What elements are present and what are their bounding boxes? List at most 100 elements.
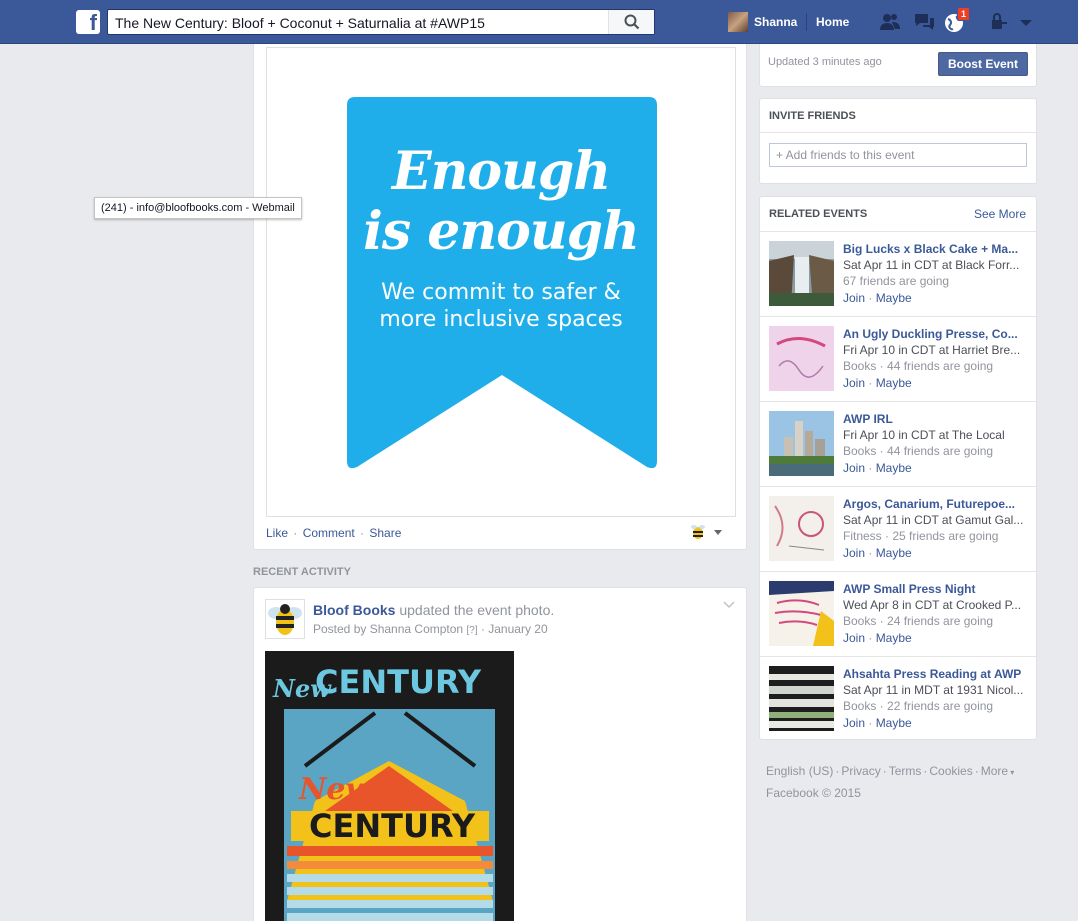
- activity-headline: Bloof Books updated the event photo.: [313, 602, 554, 618]
- search-button[interactable]: [608, 10, 654, 34]
- activity-action: updated the event photo.: [395, 602, 555, 618]
- post-date-link[interactable]: January 20: [488, 622, 547, 636]
- caret-down-icon: ▾: [1008, 768, 1015, 777]
- event-admin-card: Updated 3 minutes ago Boost Event: [759, 44, 1037, 87]
- event-title-link[interactable]: An Ugly Duckling Presse, Co...: [843, 327, 1029, 341]
- related-event-item[interactable]: AWP IRL Fri Apr 10 in CDT at The Local B…: [760, 401, 1036, 486]
- browser-tooltip: (241) - info@bloofbooks.com - Webmail: [94, 197, 302, 219]
- event-photo-card: Enough is enough We commit to safer & mo…: [253, 44, 747, 550]
- comment-link[interactable]: Comment: [303, 526, 355, 540]
- event-title-link[interactable]: Big Lucks x Black Cake + Ma...: [843, 242, 1029, 256]
- chevron-down-icon: [714, 530, 722, 535]
- maybe-link[interactable]: Maybe: [876, 461, 912, 475]
- event-title-link[interactable]: AWP IRL: [843, 412, 1029, 426]
- maybe-link[interactable]: Maybe: [876, 546, 912, 560]
- event-thumbnail-pink-drawing: [769, 326, 834, 391]
- page-footer: English (US) · Privacy · Terms · Cookies · More …: [766, 761, 1014, 804]
- see-more-link[interactable]: See More: [974, 207, 1026, 221]
- maybe-link[interactable]: Maybe: [876, 716, 912, 730]
- share-link[interactable]: Share: [369, 526, 401, 540]
- top-navigation-bar: f The New Century: Bloof + Coconut + Sat…: [0, 0, 1078, 44]
- search-icon: [624, 14, 640, 30]
- like-link[interactable]: Like: [266, 526, 288, 540]
- event-thumbnail-waterfall: [769, 241, 834, 306]
- profile-link[interactable]: Shanna: [728, 12, 797, 32]
- event-attendance: 67 friends are going: [843, 274, 950, 288]
- event-title-link[interactable]: Ahsahta Press Reading at AWP: [843, 667, 1029, 681]
- footer-link-language[interactable]: English (US): [766, 764, 833, 778]
- search-input[interactable]: The New Century: Bloof + Coconut + Satur…: [115, 15, 485, 31]
- event-datetime: Sat Apr 11 in MDT at 1931 Nicol...: [843, 683, 1024, 697]
- bee-logo-icon: [268, 604, 302, 635]
- event-attendance: Books · 22 friends are going: [843, 699, 994, 713]
- page-avatar[interactable]: [265, 599, 305, 639]
- add-friends-input[interactable]: + Add friends to this event: [769, 143, 1027, 167]
- event-poster-image[interactable]: New CENTURY New CENTURY: [265, 651, 514, 921]
- event-title-link[interactable]: AWP Small Press Night: [843, 582, 1029, 596]
- facebook-logo-icon[interactable]: f: [76, 10, 100, 35]
- join-link[interactable]: Join: [843, 376, 865, 390]
- event-attendance: Books · 24 friends are going: [843, 614, 994, 628]
- event-rsvp-actions: Join · Maybe: [843, 291, 912, 305]
- event-datetime: Sat Apr 11 in CDT at Gamut Gal...: [843, 513, 1024, 527]
- post-as-selector[interactable]: [690, 524, 726, 540]
- friend-requests-icon[interactable]: [878, 11, 902, 33]
- event-datetime: Wed Apr 8 in CDT at Crooked P...: [843, 598, 1022, 612]
- related-event-item[interactable]: Argos, Canarium, Futurepoe... Sat Apr 11…: [760, 486, 1036, 571]
- event-thumbnail-book-spines: [769, 666, 834, 731]
- maybe-link[interactable]: Maybe: [876, 631, 912, 645]
- footer-link-more[interactable]: More: [981, 764, 1008, 778]
- ribbon-subtext-2: more inclusive spaces: [379, 307, 623, 332]
- privacy-lock-icon[interactable]: [990, 11, 1014, 33]
- event-rsvp-actions: Join · Maybe: [843, 631, 912, 645]
- boost-event-button[interactable]: Boost Event: [938, 52, 1028, 76]
- join-link[interactable]: Join: [843, 461, 865, 475]
- event-thumbnail-sketch: [769, 496, 834, 561]
- join-link[interactable]: Join: [843, 291, 865, 305]
- event-attendance: Books · 44 friends are going: [843, 444, 994, 458]
- post-options-chevron-down-icon[interactable]: [722, 600, 736, 610]
- event-thumbnail-city-skyline: [769, 411, 834, 476]
- user-name: Shanna: [754, 15, 798, 29]
- footer-link-privacy[interactable]: Privacy: [841, 764, 880, 778]
- related-event-item[interactable]: An Ugly Duckling Presse, Co... Fri Apr 1…: [760, 316, 1036, 401]
- poster-text-new-center: New: [298, 772, 373, 807]
- event-datetime: Fri Apr 10 in CDT at Harriet Bre...: [843, 343, 1021, 357]
- join-link[interactable]: Join: [843, 631, 865, 645]
- ribbon-subtext-1: We commit to safer &: [381, 280, 621, 305]
- home-link[interactable]: Home: [816, 15, 849, 29]
- event-title-link[interactable]: Argos, Canarium, Futurepoe...: [843, 497, 1029, 511]
- event-rsvp-actions: Join · Maybe: [843, 376, 912, 390]
- event-attendance: Fitness · 25 friends are going: [843, 529, 999, 543]
- footer-link-terms[interactable]: Terms: [889, 764, 922, 778]
- activity-post: Bloof Books updated the event photo. Pos…: [253, 587, 747, 921]
- maybe-link[interactable]: Maybe: [876, 291, 912, 305]
- event-rsvp-actions: Join · Maybe: [843, 716, 912, 730]
- ribbon-headline-2: is enough: [363, 201, 640, 262]
- related-events-heading: RELATED EVENTS: [769, 208, 868, 220]
- footer-link-cookies[interactable]: Cookies: [929, 764, 972, 778]
- new-century-poster-art: New CENTURY New CENTURY: [265, 651, 514, 921]
- help-link[interactable]: [?]: [466, 625, 477, 636]
- search-field[interactable]: The New Century: Bloof + Coconut + Satur…: [107, 9, 655, 35]
- join-link[interactable]: Join: [843, 546, 865, 560]
- related-event-item[interactable]: Ahsahta Press Reading at AWP Sat Apr 11 …: [760, 656, 1036, 741]
- divider: [760, 132, 1036, 133]
- posted-by-text: Posted by Shanna Compton: [313, 622, 464, 636]
- event-datetime: Sat Apr 11 in CDT at Black Forr...: [843, 258, 1020, 272]
- updated-timestamp: Updated 3 minutes ago: [768, 56, 882, 68]
- related-events-card: RELATED EVENTS See More Big Lucks x Blac…: [759, 196, 1037, 740]
- actor-link[interactable]: Bloof Books: [313, 602, 395, 618]
- account-menu-chevron-down-icon[interactable]: [1016, 11, 1040, 33]
- maybe-link[interactable]: Maybe: [876, 376, 912, 390]
- event-attendance: Books · 44 friends are going: [843, 359, 994, 373]
- related-event-item[interactable]: AWP Small Press Night Wed Apr 8 in CDT a…: [760, 571, 1036, 656]
- event-cover-photo[interactable]: Enough is enough We commit to safer & mo…: [266, 47, 736, 517]
- event-rsvp-actions: Join · Maybe: [843, 546, 912, 560]
- messages-icon[interactable]: [912, 11, 936, 33]
- event-rsvp-actions: Join · Maybe: [843, 461, 912, 475]
- bee-avatar-icon: [691, 525, 705, 539]
- related-event-item[interactable]: Big Lucks x Black Cake + Ma... Sat Apr 1…: [760, 231, 1036, 316]
- join-link[interactable]: Join: [843, 716, 865, 730]
- notification-badge: 1: [957, 7, 971, 21]
